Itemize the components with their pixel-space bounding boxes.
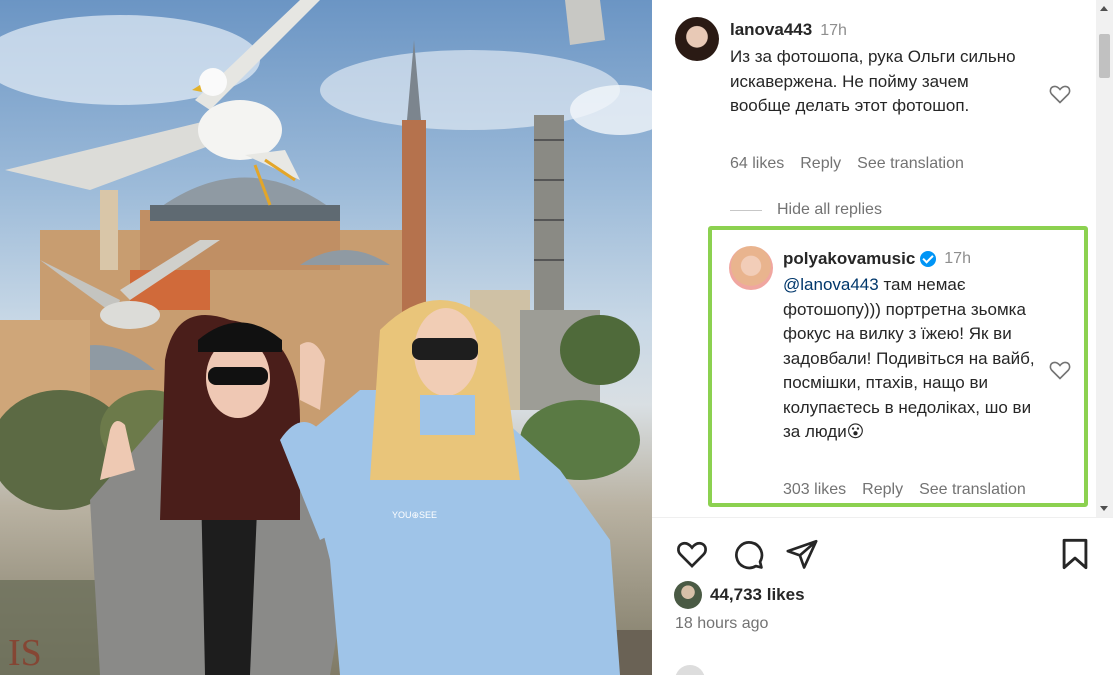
svg-text:IS: IS [8, 632, 42, 674]
reply-reply-button[interactable]: Reply [862, 481, 903, 498]
hide-replies-label: Hide all replies [777, 201, 882, 218]
comment-time[interactable]: 17h [820, 22, 847, 39]
verified-badge-icon [920, 251, 937, 267]
avatar[interactable] [675, 665, 705, 675]
hide-replies-button[interactable]: Hide all replies [730, 201, 882, 219]
divider [652, 517, 1113, 518]
scroll-down-icon[interactable] [1100, 506, 1108, 511]
share-icon[interactable] [785, 537, 819, 571]
photo-illustration: YOU⊕SEE IS [0, 0, 652, 675]
reply-mention[interactable]: @lanova443 [783, 275, 879, 294]
heart-icon[interactable] [675, 537, 709, 571]
reply-header: polyakovamusic 17h [783, 249, 971, 269]
comments-scrollbar[interactable] [1096, 0, 1113, 517]
reply-body: там немає фотошопу))) портретна зьомка ф… [783, 275, 1035, 441]
comment-likes[interactable]: 64 likes [730, 155, 784, 172]
comments-panel: lanova443 17h Из за фотошопа, рука Ольги … [652, 0, 1113, 675]
reply-username[interactable]: polyakovamusic [783, 249, 915, 269]
comment-username[interactable]: lanova443 [730, 20, 812, 39]
post-likes-count[interactable]: 44,733 likes [710, 585, 805, 605]
post-likes[interactable]: 44,733 likes [674, 581, 805, 609]
reply-meta: 303 likes Reply See translation [783, 481, 1042, 499]
comment-icon[interactable] [731, 537, 765, 571]
comment-translate-button[interactable]: See translation [857, 155, 964, 172]
scrollbar-thumb[interactable] [1099, 34, 1110, 78]
comment-header: lanova443 17h [730, 20, 847, 40]
heart-icon[interactable] [1048, 82, 1072, 106]
reply-translate-button[interactable]: See translation [919, 481, 1026, 498]
bookmark-icon[interactable] [1060, 537, 1090, 571]
post-photo[interactable]: YOU⊕SEE IS [0, 0, 652, 675]
reply-text: @lanova443 там немає фотошопу))) портрет… [783, 273, 1053, 445]
avatar-polyakovamusic[interactable] [729, 246, 773, 290]
post-timestamp[interactable]: 18 hours ago [675, 615, 768, 633]
heart-icon[interactable] [1048, 358, 1072, 382]
comments-list[interactable]: lanova443 17h Из за фотошопа, рука Ольги … [652, 0, 1096, 517]
comment-reply-button[interactable]: Reply [800, 155, 841, 172]
comment-meta: 64 likes Reply See translation [730, 155, 980, 173]
svg-text:YOU⊕SEE: YOU⊕SEE [392, 510, 437, 520]
liker-avatar[interactable] [674, 581, 702, 609]
comment-text: Из за фотошопа, рука Ольги сильно искаве… [730, 47, 1016, 115]
reply-likes[interactable]: 303 likes [783, 481, 846, 498]
scroll-up-icon[interactable] [1100, 6, 1108, 11]
hide-replies-line [730, 209, 762, 211]
reply-time[interactable]: 17h [944, 250, 971, 268]
avatar-lanova443[interactable] [675, 17, 719, 61]
